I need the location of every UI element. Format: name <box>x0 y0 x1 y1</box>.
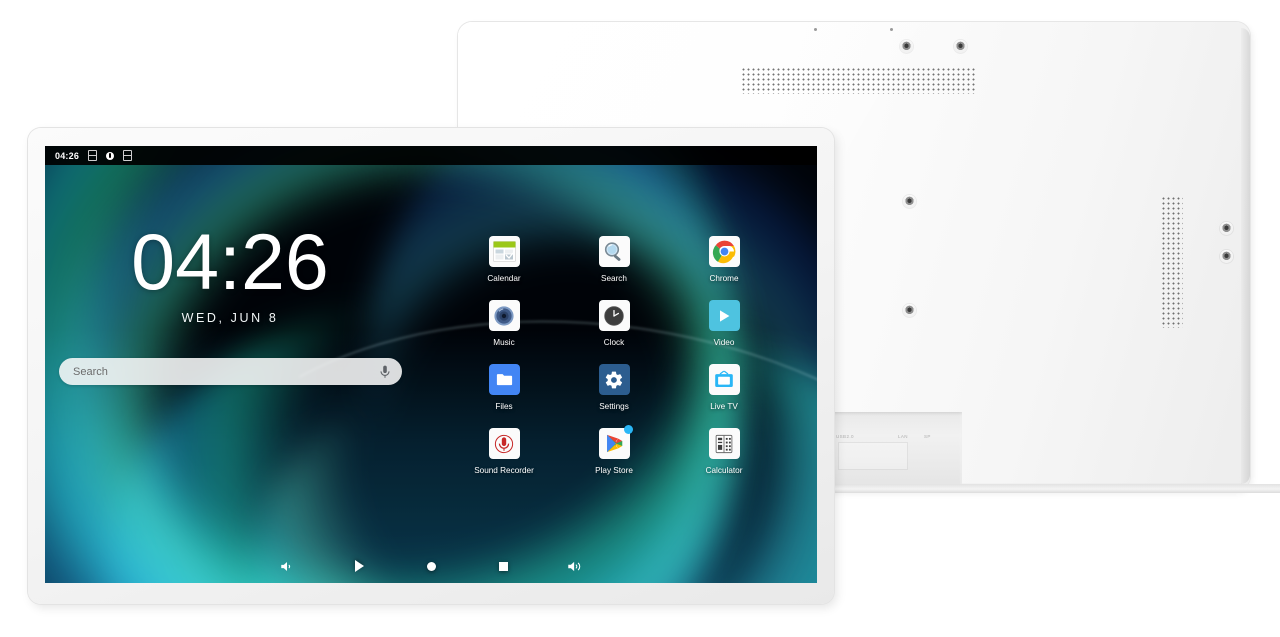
pin-hole <box>890 28 893 31</box>
app-label: Search <box>601 274 627 283</box>
folder-icon[interactable] <box>488 364 520 395</box>
gear-icon[interactable] <box>598 364 630 395</box>
clock-widget-time: 04:26 <box>131 217 329 306</box>
pin-hole <box>814 28 817 31</box>
sim-card-icon <box>123 150 133 161</box>
app-item-calculator[interactable]: Calculator <box>669 428 779 475</box>
screw-hole <box>900 40 913 53</box>
screw-hole <box>903 195 916 208</box>
app-item-calendar[interactable]: Calendar <box>449 236 559 283</box>
notification-badge <box>623 425 633 434</box>
screw-hole <box>903 304 916 317</box>
microphone-icon[interactable] <box>488 428 520 459</box>
clock-widget-date: WED, JUN 8 <box>181 310 279 325</box>
location-dot-icon <box>106 151 115 160</box>
app-label: Sound Recorder <box>474 466 534 475</box>
io-port-recess: USB2.0 LAN SP <box>830 412 962 490</box>
tv-icon[interactable] <box>708 364 740 395</box>
google-search-bar[interactable] <box>59 358 402 385</box>
volume-down-button[interactable] <box>251 560 323 573</box>
magnifier-icon[interactable] <box>598 236 630 267</box>
status-bar: 04:26 <box>45 146 817 165</box>
app-item-sound-recorder[interactable]: Sound Recorder <box>449 428 559 475</box>
tablet-screen[interactable]: 04:26 04:26 WED, JUN 8 Search Calendar S… <box>45 146 817 583</box>
back-button[interactable] <box>323 560 395 572</box>
app-label: Video <box>713 338 735 347</box>
port-label-sp: SP <box>924 434 931 439</box>
back-panel-right-edge <box>1241 28 1250 484</box>
vent-grille-right <box>1161 196 1183 328</box>
home-button[interactable] <box>395 561 467 571</box>
status-bar-clock: 04:26 <box>55 150 80 161</box>
app-label: Chrome <box>709 274 739 283</box>
app-item-music[interactable]: Music <box>449 300 559 347</box>
app-item-play-store[interactable]: Play Store <box>559 425 669 475</box>
app-item-live-tv[interactable]: Live TV <box>669 364 779 411</box>
volume-up-button[interactable] <box>539 560 611 573</box>
play-store-icon[interactable] <box>598 425 633 459</box>
io-port-slot <box>838 442 908 470</box>
circle-home-icon <box>426 561 436 571</box>
clock-icon[interactable] <box>598 300 630 331</box>
microphone-icon[interactable] <box>372 365 398 379</box>
app-grid: Calendar Search Chrome Music Clock Video… <box>449 236 779 475</box>
search-input[interactable] <box>59 364 372 379</box>
sim-card-icon <box>88 150 98 161</box>
app-label: Play Store <box>595 466 633 475</box>
screw-hole <box>1220 250 1233 263</box>
music-speaker-icon[interactable] <box>488 300 520 331</box>
calculator-icon[interactable] <box>708 428 740 459</box>
square-recents-icon <box>498 561 508 571</box>
app-item-video[interactable]: Video <box>669 300 779 347</box>
port-label-lan: LAN <box>898 434 908 439</box>
app-item-settings[interactable]: Settings <box>559 364 669 411</box>
app-label: Calendar <box>487 274 521 283</box>
tablet-front-view: 04:26 04:26 WED, JUN 8 Search Calendar S… <box>28 128 834 604</box>
app-label: Clock <box>603 338 625 347</box>
speaker-grille-top <box>741 67 975 94</box>
app-item-search[interactable]: Search <box>559 236 669 283</box>
navigation-bar <box>45 549 817 583</box>
chrome-icon[interactable] <box>708 236 740 267</box>
clock-widget[interactable]: 04:26 WED, JUN 8 <box>45 217 415 325</box>
app-item-chrome[interactable]: Chrome <box>669 236 779 283</box>
app-label: Settings <box>599 402 629 411</box>
app-label: Calculator <box>705 466 743 475</box>
app-label: Files <box>495 402 513 411</box>
stand-foot <box>830 484 1280 493</box>
port-label-usb: USB2.0 <box>836 434 854 439</box>
app-label: Music <box>493 338 515 347</box>
triangle-back-icon <box>354 560 364 572</box>
product-scene: USB2.0 LAN SP 04:26 04:26 WED, JUN 8 Sea… <box>0 0 1280 637</box>
app-item-files[interactable]: Files <box>449 364 559 411</box>
screw-hole <box>1220 222 1233 235</box>
app-item-clock[interactable]: Clock <box>559 300 669 347</box>
app-label: Live TV <box>710 402 738 411</box>
recents-button[interactable] <box>467 561 539 571</box>
screw-hole <box>954 40 967 53</box>
video-play-icon[interactable] <box>708 300 740 331</box>
calendar-icon[interactable] <box>488 236 520 267</box>
